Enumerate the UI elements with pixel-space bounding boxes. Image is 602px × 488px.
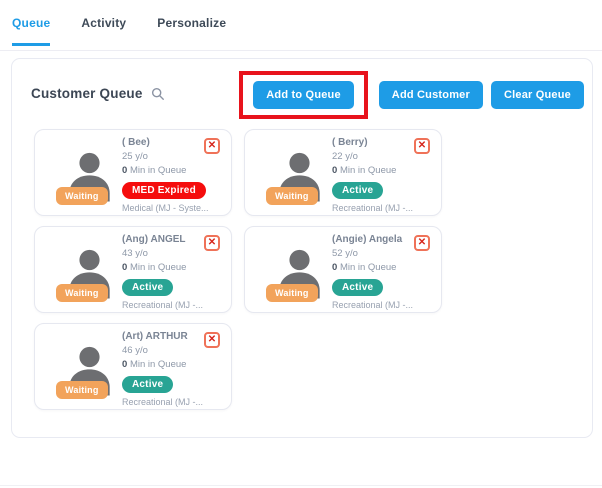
queue-actions: Add to Queue Add Customer Clear Queue [239,71,584,119]
queue-state-badge: Waiting [266,284,318,302]
status-badge: Active [332,182,384,199]
customer-name: ( Berry) [332,137,368,148]
queue-state-badge: Waiting [56,381,108,399]
minutes-in-queue: 0 Min in Queue [332,165,397,176]
tab-activity[interactable]: Activity [81,16,126,46]
queue-state-badge: Waiting [56,187,108,205]
customer-card[interactable]: Waiting ✕ ( Bee) 25 y/o 0 Min in Queue M… [34,129,232,216]
add-customer-button[interactable]: Add Customer [378,81,483,109]
customer-age: 52 y/o [332,248,358,259]
customer-card[interactable]: Waiting ✕ (Art) ARTHUR 46 y/o 0 Min in Q… [34,323,232,410]
search-icon[interactable] [151,87,165,101]
customer-name: ( Bee) [122,137,150,148]
customer-type: Recreational (MJ -... [332,203,414,213]
tab-bar: Queue Activity Personalize [12,16,226,46]
status-badge: Active [122,376,174,393]
minutes-in-queue: 0 Min in Queue [332,262,397,273]
customer-card[interactable]: Waiting ✕ (Ang) ANGEL 43 y/o 0 Min in Qu… [34,226,232,313]
tab-queue[interactable]: Queue [12,16,51,46]
customer-age: 25 y/o [122,151,148,162]
minutes-in-queue: 0 Min in Queue [122,262,187,273]
customer-type: Recreational (MJ -... [332,300,414,310]
customer-queue-panel: Customer Queue Add to Queue Add Customer… [11,58,593,438]
status-badge: Active [332,279,384,296]
customer-card[interactable]: Waiting ✕ (Angie) Angela 52 y/o 0 Min in… [244,226,442,313]
status-badge: MED Expired [122,182,206,199]
customer-name: (Ang) ANGEL [122,234,186,245]
queue-page: Queue Activity Personalize Customer Queu… [0,0,602,488]
annotation-highlight: Add to Queue [239,71,368,119]
tabs-divider [0,50,602,51]
customer-name: (Art) ARTHUR [122,331,188,342]
tab-personalize[interactable]: Personalize [157,16,226,46]
minutes-in-queue: 0 Min in Queue [122,359,187,370]
queue-state-badge: Waiting [266,187,318,205]
queue-state-badge: Waiting [56,284,108,302]
customer-type: Recreational (MJ -... [122,300,204,310]
customer-age: 43 y/o [122,248,148,259]
customer-card-grid: Waiting ✕ ( Bee) 25 y/o 0 Min in Queue M… [34,129,444,410]
customer-age: 46 y/o [122,345,148,356]
customer-type: Recreational (MJ -... [122,397,204,407]
add-to-queue-button[interactable]: Add to Queue [253,81,354,109]
clear-queue-button[interactable]: Clear Queue [490,81,584,109]
minutes-in-queue: 0 Min in Queue [122,165,187,176]
status-badge: Active [122,279,174,296]
customer-type: Medical (MJ - Syste... [122,203,209,213]
customer-card[interactable]: Waiting ✕ ( Berry) 22 y/o 0 Min in Queue… [244,129,442,216]
page-bottom-divider [0,485,602,486]
page-title: Customer Queue [31,86,143,101]
customer-age: 22 y/o [332,151,358,162]
customer-name: (Angie) Angela [332,234,403,245]
